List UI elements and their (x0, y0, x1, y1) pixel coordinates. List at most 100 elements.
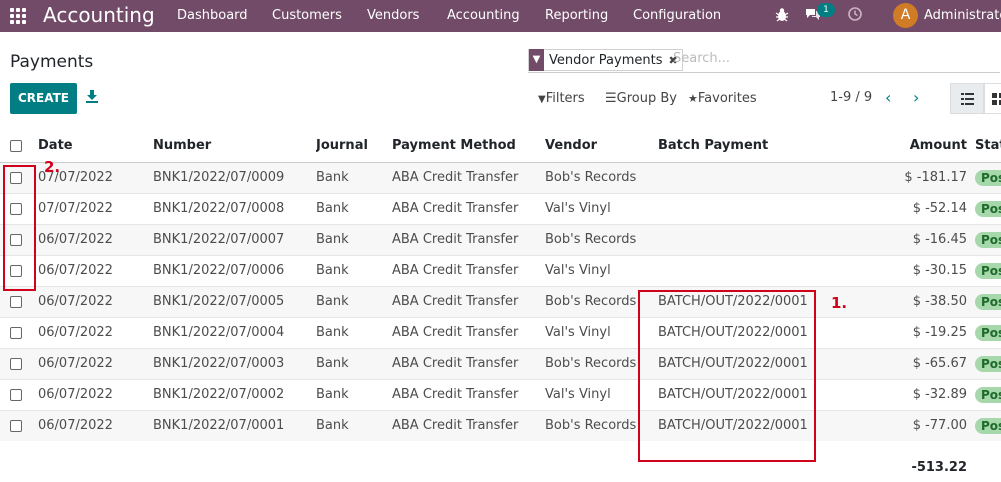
table-row[interactable]: 06/07/2022 BNK1/2022/07/0007 Bank ABA Credi… (0, 223, 1001, 255)
table-row[interactable]: 06/07/2022 BNK1/2022/07/0005 Bank ABA Credi… (0, 285, 1001, 317)
cell-number: BNK1/2022/07/0003 (153, 347, 316, 379)
menu-configuration[interactable]: Configuration (633, 8, 721, 23)
apps-menu-icon[interactable] (10, 8, 26, 24)
cell-amount: $ -32.89 (843, 378, 975, 410)
clock-icon[interactable] (848, 7, 862, 25)
status-badge: Posted (975, 293, 1001, 310)
cell-payment-method: ABA Credit Transfer (392, 161, 545, 193)
cell-status: Posted (975, 161, 1001, 193)
cell-date: 06/07/2022 (38, 347, 153, 379)
bug-icon[interactable] (775, 7, 789, 27)
row-checkbox[interactable] (10, 233, 22, 246)
cell-status: Posted (975, 347, 1001, 379)
user-avatar[interactable]: A (893, 3, 918, 28)
status-badge: Posted (975, 386, 1001, 403)
column-amount[interactable]: Amount (843, 130, 975, 163)
facet-label: Vendor Payments (549, 52, 663, 68)
cell-number: BNK1/2022/07/0005 (153, 285, 316, 317)
cell-batch-payment: BATCH/OUT/2022/0001 (658, 409, 843, 441)
row-checkbox[interactable] (10, 419, 22, 432)
cell-amount: $ -30.15 (843, 254, 975, 286)
column-batch-payment[interactable]: Batch Payment (658, 130, 843, 163)
row-checkbox[interactable] (10, 171, 22, 184)
cell-journal: Bank (316, 347, 392, 379)
row-checkbox[interactable] (10, 357, 22, 370)
cell-date: 06/07/2022 (38, 316, 153, 348)
cell-amount: $ -52.14 (843, 192, 975, 224)
column-vendor[interactable]: Vendor (545, 130, 658, 163)
menu-vendors[interactable]: Vendors (367, 8, 419, 23)
status-badge: Posted (975, 262, 1001, 279)
table-row[interactable]: 07/07/2022 BNK1/2022/07/0009 Bank ABA Credi… (0, 161, 1001, 193)
pager-value[interactable]: 1-9 / 9 (830, 90, 872, 105)
table-row[interactable]: 06/07/2022 BNK1/2022/07/0003 Bank ABA Credi… (0, 347, 1001, 379)
table-row[interactable]: 06/07/2022 BNK1/2022/07/0006 Bank ABA Credi… (0, 254, 1001, 286)
menu-dashboard[interactable]: Dashboard (177, 8, 248, 23)
cell-number: BNK1/2022/07/0009 (153, 161, 316, 193)
column-journal[interactable]: Journal (316, 130, 392, 163)
cell-date: 06/07/2022 (38, 254, 153, 286)
column-number[interactable]: Number (153, 130, 316, 163)
create-button[interactable]: CREATE (10, 83, 77, 114)
download-icon[interactable] (85, 89, 101, 105)
row-checkbox[interactable] (10, 388, 22, 401)
row-select-cell (0, 254, 38, 286)
row-select-cell (0, 161, 38, 193)
group-by-button[interactable]: ☰Group By (605, 91, 677, 106)
kanban-view-button[interactable] (984, 83, 1001, 114)
cell-batch-payment: BATCH/OUT/2022/0001 (658, 378, 843, 410)
messages-count-badge: 1 (817, 3, 835, 17)
cell-journal: Bank (316, 285, 392, 317)
cell-status: Posted (975, 378, 1001, 410)
cell-number: BNK1/2022/07/0004 (153, 316, 316, 348)
cell-vendor: Val's Vinyl (545, 192, 658, 224)
row-checkbox[interactable] (10, 295, 22, 308)
cell-amount: $ -38.50 (843, 285, 975, 317)
cell-payment-method: ABA Credit Transfer (392, 254, 545, 286)
table-row[interactable]: 07/07/2022 BNK1/2022/07/0008 Bank ABA Credi… (0, 192, 1001, 224)
cell-batch-payment: BATCH/OUT/2022/0001 (658, 285, 843, 317)
filter-icon: ▼ (529, 49, 544, 71)
cell-date: 06/07/2022 (38, 378, 153, 410)
previous-page-icon[interactable]: ‹ (885, 88, 891, 107)
search-input[interactable] (673, 51, 993, 66)
row-checkbox[interactable] (10, 326, 22, 339)
user-name[interactable]: Administrator (924, 8, 1001, 23)
row-select-cell (0, 223, 38, 255)
table-row[interactable]: 06/07/2022 BNK1/2022/07/0004 Bank ABA Credi… (0, 316, 1001, 348)
filters-button[interactable]: ▼Filters (538, 91, 585, 106)
top-navbar: Accounting Dashboard Customers Vendors A… (0, 0, 1001, 32)
column-payment-method[interactable]: Payment Method (392, 130, 545, 163)
cell-batch-payment: BATCH/OUT/2022/0001 (658, 316, 843, 348)
cell-journal: Bank (316, 316, 392, 348)
cell-payment-method: ABA Credit Transfer (392, 316, 545, 348)
column-status[interactable]: Status (975, 130, 1001, 163)
row-checkbox[interactable] (10, 202, 22, 215)
app-brand[interactable]: Accounting (43, 3, 155, 27)
row-select-cell (0, 316, 38, 348)
cell-payment-method: ABA Credit Transfer (392, 347, 545, 379)
table-row[interactable]: 06/07/2022 BNK1/2022/07/0001 Bank ABA Credi… (0, 409, 1001, 441)
favorites-button[interactable]: ★Favorites (688, 91, 757, 106)
search-bar: ▼ Vendor Payments ✖ (528, 48, 1000, 73)
cell-payment-method: ABA Credit Transfer (392, 409, 545, 441)
payments-table: Date Number Journal Payment Method Vendo… (0, 130, 1001, 441)
menu-accounting[interactable]: Accounting (447, 8, 520, 23)
row-select-cell (0, 378, 38, 410)
cell-vendor: Val's Vinyl (545, 254, 658, 286)
cell-vendor: Val's Vinyl (545, 316, 658, 348)
cell-journal: Bank (316, 409, 392, 441)
list-view-button[interactable] (950, 83, 984, 114)
cell-batch-payment (658, 161, 843, 193)
next-page-icon[interactable]: › (913, 88, 919, 107)
cell-amount: $ -65.67 (843, 347, 975, 379)
menu-customers[interactable]: Customers (272, 8, 342, 23)
favorites-label: Favorites (697, 91, 757, 106)
table-row[interactable]: 06/07/2022 BNK1/2022/07/0002 Bank ABA Credi… (0, 378, 1001, 410)
row-select-cell (0, 347, 38, 379)
row-checkbox[interactable] (10, 264, 22, 277)
select-all-checkbox[interactable] (10, 139, 22, 152)
status-badge: Posted (975, 200, 1001, 217)
menu-reporting[interactable]: Reporting (545, 8, 608, 23)
select-all-cell (0, 130, 38, 163)
